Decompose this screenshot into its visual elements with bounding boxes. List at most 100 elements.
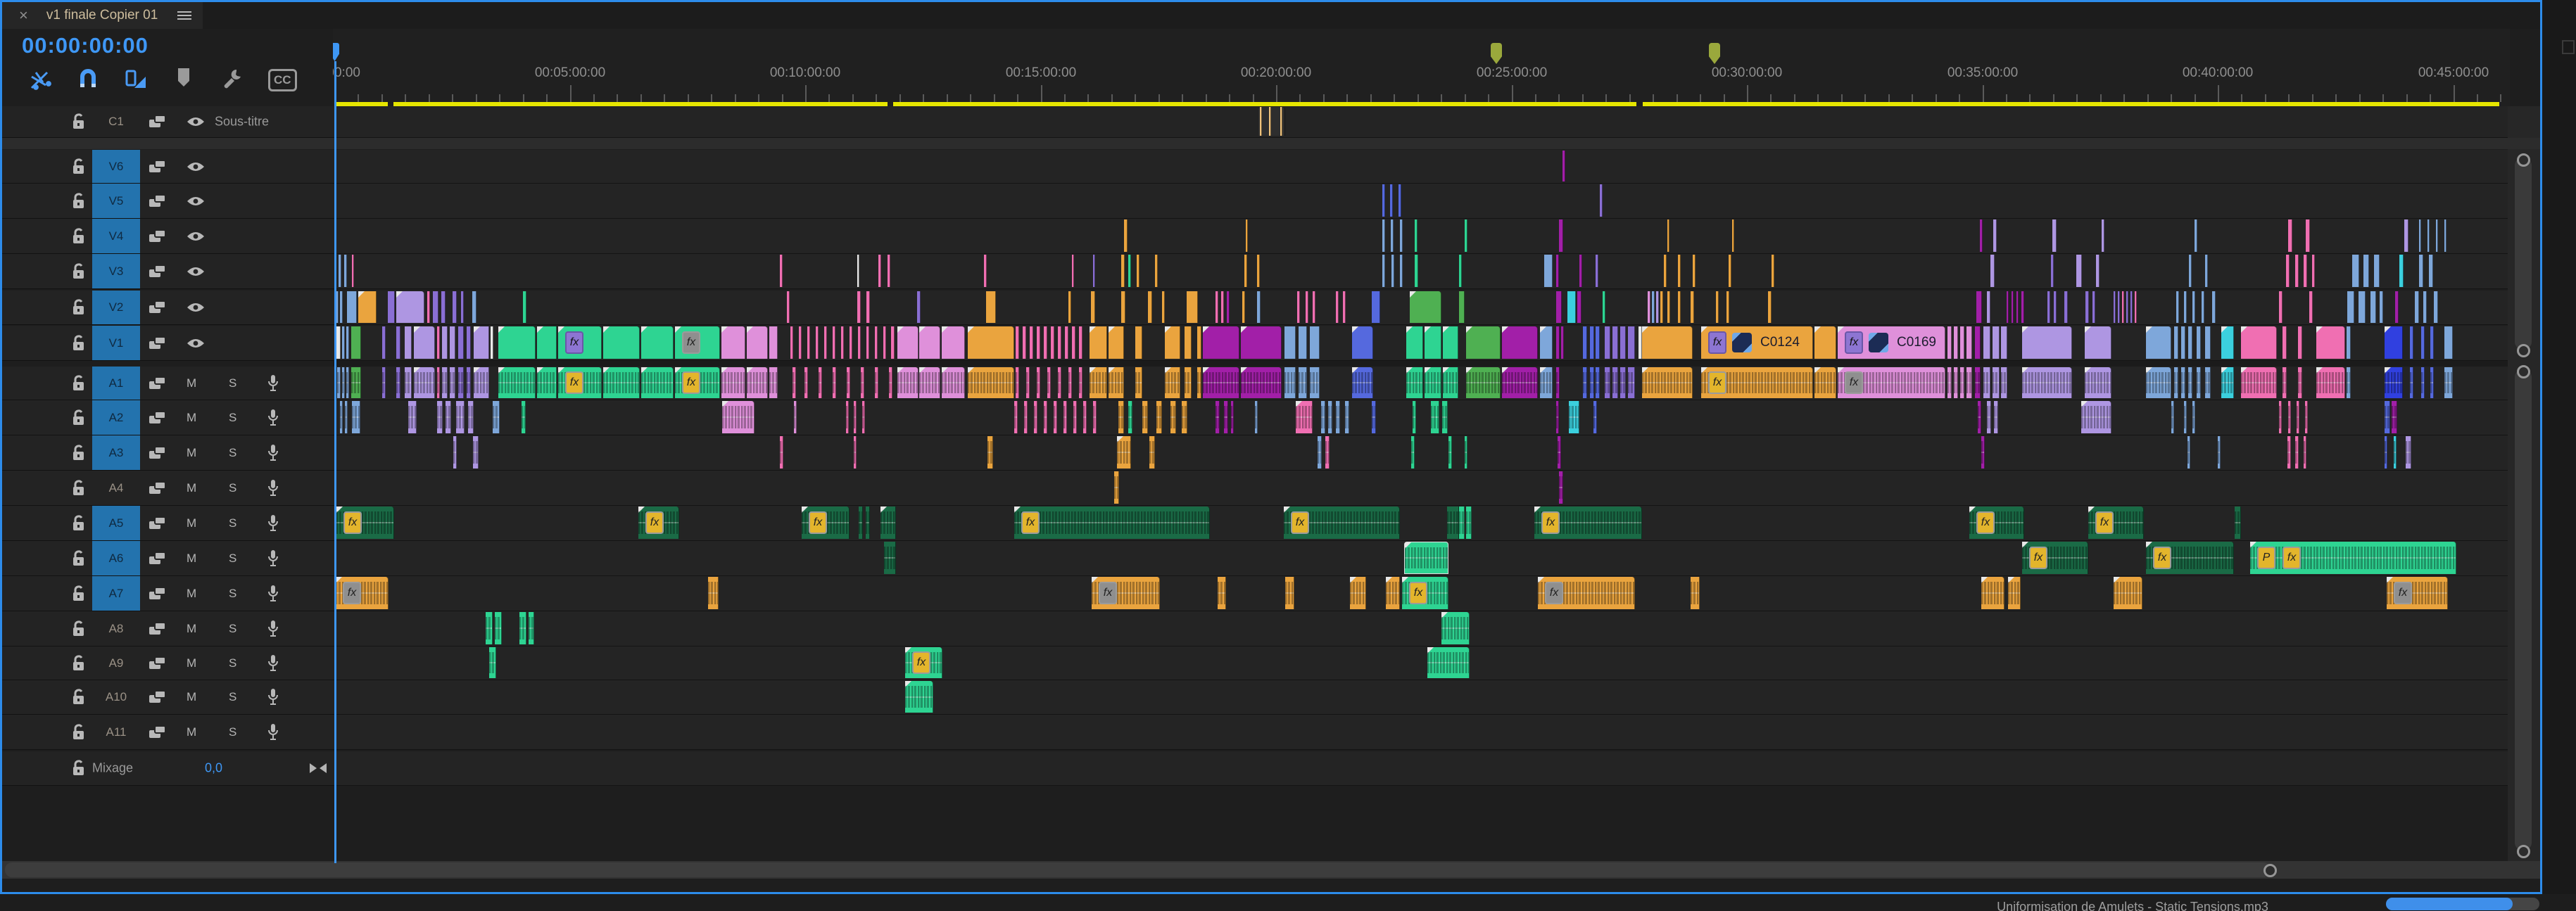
clip[interactable] xyxy=(358,291,377,323)
clip[interactable] xyxy=(1693,255,1696,287)
clip[interactable] xyxy=(1165,367,1180,398)
clip[interactable] xyxy=(2406,436,2411,469)
clip[interactable] xyxy=(833,326,835,359)
clip[interactable] xyxy=(891,326,895,359)
playhead-line[interactable] xyxy=(334,61,336,863)
video-scroll-thumb[interactable] xyxy=(2515,158,2532,349)
clip[interactable] xyxy=(1406,367,1423,398)
clip[interactable] xyxy=(352,401,360,433)
clip[interactable] xyxy=(2181,367,2185,398)
clip[interactable] xyxy=(1400,219,1403,252)
track-lock-icon[interactable] xyxy=(71,444,87,462)
clip[interactable] xyxy=(1345,401,1349,433)
track-lane-A2[interactable] xyxy=(333,400,2510,435)
clip[interactable] xyxy=(450,326,455,359)
solo-button[interactable]: S xyxy=(229,516,236,530)
clip[interactable] xyxy=(1466,507,1472,539)
track-lane-A5[interactable]: fxfxfxfxfxfxfxfx xyxy=(333,506,2510,541)
clip[interactable] xyxy=(816,326,819,359)
clip[interactable] xyxy=(2189,255,2192,287)
clip[interactable] xyxy=(1593,401,1597,433)
clip[interactable] xyxy=(408,401,417,433)
clip[interactable] xyxy=(489,647,496,678)
clip[interactable]: fx xyxy=(1701,367,1813,398)
clip[interactable] xyxy=(1124,219,1128,252)
track-lock-icon[interactable] xyxy=(71,514,87,533)
clip[interactable] xyxy=(1336,291,1339,323)
clip[interactable] xyxy=(1114,471,1119,504)
clip[interactable] xyxy=(1596,255,1598,287)
clip[interactable] xyxy=(897,367,918,398)
clip[interactable] xyxy=(1325,436,1330,469)
solo-button[interactable]: S xyxy=(229,725,236,739)
clip[interactable] xyxy=(1628,326,1635,359)
clip[interactable] xyxy=(1716,291,1719,323)
clip[interactable] xyxy=(2430,326,2434,359)
snap-icon[interactable] xyxy=(77,67,105,95)
clip[interactable] xyxy=(2298,367,2302,398)
clip[interactable] xyxy=(1372,291,1380,323)
source-patch-icon[interactable] xyxy=(149,552,167,566)
clip[interactable] xyxy=(1310,367,1320,398)
clip[interactable] xyxy=(352,255,354,287)
clip[interactable] xyxy=(866,326,869,359)
clip[interactable] xyxy=(2171,401,2174,433)
clip[interactable] xyxy=(2001,367,2007,398)
clip[interactable] xyxy=(2174,367,2178,398)
clip[interactable] xyxy=(987,436,993,469)
clip[interactable] xyxy=(2288,219,2292,252)
clip[interactable] xyxy=(1425,367,1441,398)
clip[interactable] xyxy=(1034,401,1037,433)
clip[interactable] xyxy=(708,577,719,609)
track-lock-icon[interactable] xyxy=(71,227,87,246)
track-lane-A8[interactable] xyxy=(333,611,2510,646)
clip[interactable] xyxy=(2184,401,2187,433)
clip[interactable] xyxy=(1441,612,1470,644)
clip[interactable] xyxy=(1328,401,1332,433)
clip[interactable] xyxy=(1185,367,1192,398)
voiceover-mic-icon[interactable] xyxy=(267,723,279,741)
clip[interactable] xyxy=(1058,326,1061,359)
clip[interactable] xyxy=(1983,326,1990,359)
clip[interactable] xyxy=(1814,326,1836,359)
clip[interactable] xyxy=(1605,326,1610,359)
clip[interactable] xyxy=(1954,367,1958,398)
clip[interactable] xyxy=(1404,542,1448,574)
clip[interactable] xyxy=(342,367,345,398)
voiceover-mic-icon[interactable] xyxy=(267,444,279,462)
voiceover-mic-icon[interactable] xyxy=(267,549,279,568)
clip[interactable] xyxy=(473,436,479,469)
clip[interactable] xyxy=(1600,184,1603,217)
clip[interactable] xyxy=(1079,367,1082,398)
track-lane-MIX[interactable] xyxy=(333,751,2510,786)
clip[interactable] xyxy=(1318,436,1322,469)
clip[interactable] xyxy=(1431,401,1439,433)
clip[interactable] xyxy=(799,326,802,359)
clip[interactable] xyxy=(807,326,810,359)
clip[interactable] xyxy=(1465,219,1467,252)
clip[interactable]: fx xyxy=(1402,577,1448,609)
clip[interactable] xyxy=(1556,401,1559,433)
source-patch-icon[interactable] xyxy=(149,725,167,739)
clip[interactable] xyxy=(2385,436,2387,469)
clip[interactable] xyxy=(1128,255,1131,287)
clip[interactable] xyxy=(722,401,755,433)
clip[interactable] xyxy=(1218,577,1226,609)
clip[interactable] xyxy=(1448,436,1452,469)
clip[interactable] xyxy=(2297,401,2299,433)
clip[interactable] xyxy=(344,255,347,287)
track-target-V6[interactable]: V6 xyxy=(92,150,140,183)
mute-button[interactable]: M xyxy=(187,516,196,530)
clip[interactable] xyxy=(1072,326,1075,359)
clip[interactable] xyxy=(1579,255,1582,287)
clip[interactable] xyxy=(1187,291,1198,323)
clip[interactable] xyxy=(2008,577,2021,609)
voiceover-mic-icon[interactable] xyxy=(267,585,279,603)
clip[interactable] xyxy=(2051,255,2054,287)
source-patch-icon[interactable] xyxy=(149,690,167,704)
track-lane-A11[interactable] xyxy=(333,715,2510,750)
track-target-A11[interactable]: A11 xyxy=(92,715,140,749)
clip[interactable] xyxy=(441,291,446,323)
clip[interactable] xyxy=(2298,326,2302,359)
clip[interactable] xyxy=(498,367,536,398)
